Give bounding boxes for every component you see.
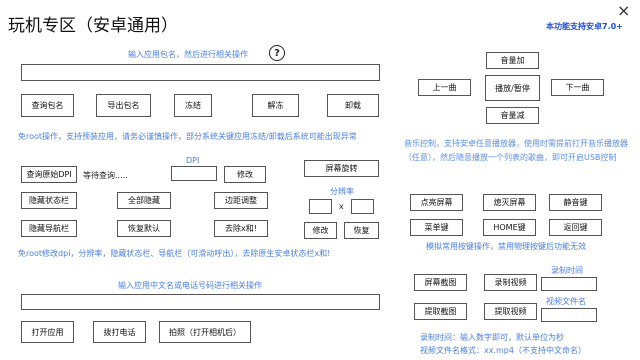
rotate-screen-button[interactable]: 屏幕旋转 bbox=[304, 160, 379, 177]
package-input[interactable] bbox=[21, 64, 380, 81]
record-video-button[interactable]: 录制视频 bbox=[484, 274, 537, 291]
mute-key-button[interactable]: 静音键 bbox=[549, 194, 602, 211]
menu-key-button[interactable]: 菜单键 bbox=[410, 219, 463, 236]
video-name-input[interactable] bbox=[541, 308, 597, 322]
package-note: 免root操作，支持预装应用，请务必谨慎操作，部分系统关键应用冻结/卸载后系统可… bbox=[18, 132, 357, 141]
music-note: 音乐控制，支持安卓任意播放器，使用时需提前打开音乐播放器（任意），然后随意播放一… bbox=[404, 139, 628, 162]
resolution-restore-button[interactable]: 恢复 bbox=[344, 222, 379, 239]
keys-note: 模拟常用按键操作，禁用物理按键后功能无效 bbox=[426, 242, 586, 251]
hide-all-button[interactable]: 全部隐藏 bbox=[117, 192, 171, 209]
hide-navbar-button[interactable]: 隐藏导航栏 bbox=[21, 220, 77, 237]
video-name-note: 视频文件名格式：xx.mp4（不支持中文命名） bbox=[420, 346, 586, 355]
support-note: 本功能支持安卓7.0+ bbox=[546, 22, 623, 31]
dpi-modify-button[interactable]: 修改 bbox=[224, 166, 266, 183]
package-hint: 输入应用包名，然后进行相关操作 bbox=[128, 50, 248, 59]
resolution-label: 分辨率 bbox=[330, 187, 354, 196]
volume-down-button[interactable]: 音量减 bbox=[486, 107, 539, 124]
unfreeze-button[interactable]: 解冻 bbox=[252, 94, 299, 117]
restore-default-button[interactable]: 恢复默认 bbox=[117, 220, 171, 237]
open-app-button[interactable]: 打开应用 bbox=[21, 321, 74, 343]
close-icon[interactable]: × bbox=[617, 3, 630, 19]
dpi-input[interactable] bbox=[171, 166, 217, 181]
dpi-note: 免root修改dpi，分辨率，隐藏状态栏、导航栏（可滑动呼出），去除原生安卓状态… bbox=[18, 249, 331, 258]
app-title: 玩机专区（安卓通用） bbox=[8, 16, 178, 36]
screenshot-button[interactable]: 屏幕截图 bbox=[414, 274, 467, 291]
freeze-button[interactable]: 冻结 bbox=[174, 94, 212, 117]
record-time-label: 录制时间 bbox=[551, 266, 583, 275]
home-key-button[interactable]: HOME键 bbox=[483, 219, 536, 236]
dial-phone-button[interactable]: 拨打电话 bbox=[93, 321, 146, 343]
query-dpi-button[interactable]: 查询原始DPI bbox=[21, 166, 77, 183]
next-track-button[interactable]: 下一曲 bbox=[551, 79, 604, 96]
resolution-modify-button[interactable]: 修改 bbox=[304, 222, 337, 239]
volume-up-button[interactable]: 音量加 bbox=[486, 52, 539, 69]
remove-x-mark-button[interactable]: 去除x和! bbox=[214, 220, 268, 237]
sleep-screen-button[interactable]: 熄灭屏幕 bbox=[483, 194, 536, 211]
previous-track-button[interactable]: 上一曲 bbox=[418, 79, 471, 96]
pull-video-button[interactable]: 提取视频 bbox=[484, 303, 537, 320]
help-icon[interactable]: ? bbox=[269, 45, 285, 61]
take-photo-button[interactable]: 拍照（打开相机后） bbox=[159, 321, 251, 343]
uninstall-button[interactable]: 卸载 bbox=[327, 94, 379, 117]
dpi-label: DPI bbox=[186, 156, 200, 165]
resolution-width-input[interactable] bbox=[309, 199, 332, 214]
query-package-button[interactable]: 查询包名 bbox=[21, 94, 74, 117]
hide-statusbar-button[interactable]: 隐藏状态栏 bbox=[21, 192, 77, 209]
resolution-separator: x bbox=[339, 202, 344, 211]
margin-adjust-button[interactable]: 边距调整 bbox=[214, 192, 268, 209]
video-name-label: 视频文件名 bbox=[546, 297, 586, 306]
back-key-button[interactable]: 返回键 bbox=[549, 219, 602, 236]
record-time-input[interactable] bbox=[541, 277, 597, 291]
record-time-note: 录制时间：输入数字即可，默认单位为秒 bbox=[420, 333, 564, 342]
app-name-input[interactable] bbox=[21, 294, 380, 310]
dpi-status-text: 等待查询..... bbox=[83, 171, 128, 180]
resolution-height-input[interactable] bbox=[351, 199, 374, 214]
pull-screenshot-button[interactable]: 提取截图 bbox=[414, 303, 467, 320]
app-launch-hint: 输入应用中文名或电话号码进行相关操作 bbox=[118, 281, 262, 290]
play-pause-button[interactable]: 播放/暂停 bbox=[485, 75, 540, 101]
export-package-button[interactable]: 导出包名 bbox=[96, 94, 151, 117]
wake-screen-button[interactable]: 点亮屏幕 bbox=[410, 194, 463, 211]
